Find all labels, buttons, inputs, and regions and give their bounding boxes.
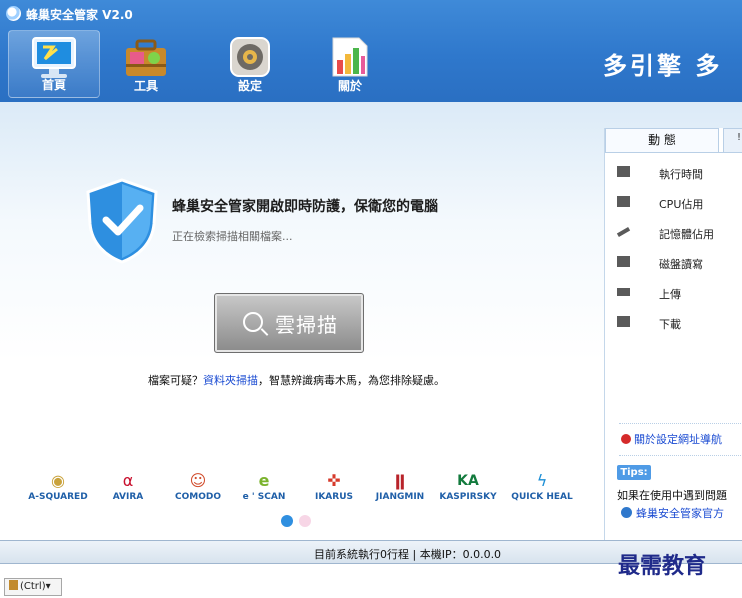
tips-text: 如果在使用中遇到問題 bbox=[617, 489, 727, 502]
stat-upload: 上傳 bbox=[613, 283, 742, 303]
panel-corner-text: ! bbox=[737, 132, 742, 143]
scan-hint-prefix: 檔案可疑？ bbox=[148, 374, 203, 387]
quick-heal-logo-icon: ϟ bbox=[536, 471, 548, 490]
memory-icon bbox=[616, 227, 631, 237]
pin-icon bbox=[621, 434, 631, 444]
panel-body: 執行時間 CPU佔用 記憶體佔用 磁盤讀寫 上傳 下載 關於設定網址導航 Tip… bbox=[605, 152, 742, 540]
tab-settings-label: 設定 bbox=[237, 79, 262, 93]
stat-label: 下載 bbox=[659, 318, 681, 331]
stat-label: 記憶體佔用 bbox=[659, 228, 714, 241]
disk-icon bbox=[617, 256, 630, 267]
a-squared-logo-icon: ◉ bbox=[51, 471, 65, 490]
paste-options-label: (Ctrl)▾ bbox=[20, 581, 51, 592]
stat-label: 上傳 bbox=[659, 288, 681, 301]
app-logo-icon bbox=[6, 6, 21, 21]
engine-comodo[interactable]: ☺ COMODO bbox=[166, 470, 230, 510]
clipboard-icon bbox=[9, 580, 18, 590]
scan-status-text: 正在檢索掃描相關檔案... bbox=[172, 230, 293, 243]
tab-settings[interactable]: 設定 bbox=[204, 30, 296, 98]
about-chart-icon bbox=[332, 37, 368, 77]
tab-about-label: 關於 bbox=[337, 79, 362, 93]
gear-settings-icon bbox=[230, 37, 270, 77]
pager-dot[interactable] bbox=[299, 515, 311, 527]
engine-name: QUICK HEAL bbox=[511, 492, 573, 502]
kaspirsky-logo-icon: KA bbox=[457, 473, 479, 489]
watermark-text: 最需教育 bbox=[618, 553, 707, 579]
slogan-text: 多引擎 多 bbox=[603, 52, 723, 80]
engine-a-squared[interactable]: ◉ A-SQUARED bbox=[26, 470, 90, 510]
status-panel: 動 態 ! 執行時間 CPU佔用 記憶體佔用 磁盤讀寫 上傳 下載 關於設定網址… bbox=[604, 128, 742, 540]
engine-escan[interactable]: e e ' SCAN bbox=[232, 470, 296, 510]
escan-logo-icon: e bbox=[258, 471, 270, 490]
tab-home[interactable]: 首頁 bbox=[8, 30, 100, 98]
engine-name: COMODO bbox=[175, 492, 221, 502]
tab-tools[interactable]: 工具 bbox=[100, 30, 192, 98]
nav-settings-link[interactable]: 關於設定網址導航 bbox=[621, 431, 722, 447]
stat-disk: 磁盤讀寫 bbox=[613, 253, 742, 273]
cloud-scan-label: 雲掃描 bbox=[275, 313, 338, 337]
scan-hint-suffix: ，智慧辨識病毒木馬，為您排除疑慮。 bbox=[258, 374, 445, 387]
tab-dynamics[interactable]: 動 態 bbox=[605, 128, 719, 152]
engine-jiangmin[interactable]: ǁ JIANGMIN bbox=[368, 470, 432, 510]
official-site-link[interactable]: 蜂巢安全管家官方 bbox=[621, 505, 724, 521]
download-icon bbox=[617, 316, 630, 327]
toolbox-icon bbox=[126, 39, 166, 76]
monitor-home-icon bbox=[32, 37, 76, 78]
engine-name: A-SQUARED bbox=[28, 492, 88, 502]
header-bar: 蜂巢安全管家 V2.0 首頁 工具 設定 關於 多引擎 多 bbox=[0, 0, 742, 102]
stat-memory: 記憶體佔用 bbox=[613, 223, 742, 243]
engine-name: KASPIRSKY bbox=[439, 492, 497, 502]
title-bar: 蜂巢安全管家 V2.0 bbox=[0, 0, 742, 28]
stat-label: 磁盤讀寫 bbox=[659, 258, 703, 271]
tips-badge: Tips: bbox=[617, 465, 651, 480]
cloud-scan-button[interactable]: 雲掃描 bbox=[214, 293, 364, 353]
paste-options-button[interactable]: (Ctrl)▾ bbox=[4, 578, 62, 596]
engine-name: IKARUS bbox=[314, 492, 353, 502]
shield-check-icon bbox=[86, 178, 158, 264]
folder-scan-link[interactable]: 資料夾掃描 bbox=[203, 374, 258, 387]
panel-divider bbox=[619, 455, 742, 456]
tab-home-label: 首頁 bbox=[41, 78, 66, 92]
stat-label: CPU佔用 bbox=[659, 198, 704, 211]
tab-tools-label: 工具 bbox=[133, 79, 158, 93]
engine-name: AVIRA bbox=[112, 492, 144, 502]
panel-divider bbox=[619, 423, 742, 424]
engine-logos: ◉ A-SQUARED α AVIRA ☺ COMODO e e ' SCAN … bbox=[26, 470, 586, 510]
avira-logo-icon: α bbox=[122, 471, 134, 490]
magnifier-icon bbox=[243, 312, 263, 332]
cpu-icon bbox=[617, 196, 630, 207]
jiangmin-logo-icon: ǁ bbox=[394, 471, 406, 490]
engine-ikarus[interactable]: ✜ IKARUS bbox=[302, 470, 366, 510]
pager-dot-active[interactable] bbox=[281, 515, 293, 527]
protection-title: 蜂巢安全管家開啟即時防護，保衛您的電腦 bbox=[172, 199, 438, 215]
app-window: 蜂巢安全管家 V2.0 首頁 工具 設定 關於 多引擎 多 蜂巢安全管家開啟即時… bbox=[0, 0, 742, 598]
stat-cpu: CPU佔用 bbox=[613, 193, 742, 213]
comodo-logo-icon: ☺ bbox=[189, 471, 207, 490]
engine-kaspirsky[interactable]: KA KASPIRSKY bbox=[436, 470, 500, 510]
scan-hint: 檔案可疑？資料夾掃描，智慧辨識病毒木馬，為您排除疑慮。 bbox=[148, 372, 445, 388]
status-text: 目前系統執行0行程 | 本機IP：0.0.0.0 bbox=[314, 548, 502, 561]
clock-icon bbox=[617, 166, 630, 177]
tab-about[interactable]: 關於 bbox=[304, 30, 396, 98]
stat-download: 下載 bbox=[613, 313, 742, 333]
engine-name: e ' SCAN bbox=[242, 492, 286, 502]
stat-run-time: 執行時間 bbox=[613, 163, 742, 183]
upload-icon bbox=[617, 288, 630, 296]
engine-quick-heal[interactable]: ϟ QUICK HEAL bbox=[510, 470, 574, 510]
ikarus-logo-icon: ✜ bbox=[327, 471, 341, 490]
nav-settings-link-text: 關於設定網址導航 bbox=[634, 433, 722, 446]
stat-label: 執行時間 bbox=[659, 168, 703, 181]
official-site-link-text: 蜂巢安全管家官方 bbox=[636, 507, 724, 520]
engine-avira[interactable]: α AVIRA bbox=[96, 470, 160, 510]
app-title: 蜂巢安全管家 V2.0 bbox=[26, 8, 133, 22]
engine-name: JIANGMIN bbox=[375, 492, 425, 502]
globe-icon bbox=[621, 507, 632, 518]
